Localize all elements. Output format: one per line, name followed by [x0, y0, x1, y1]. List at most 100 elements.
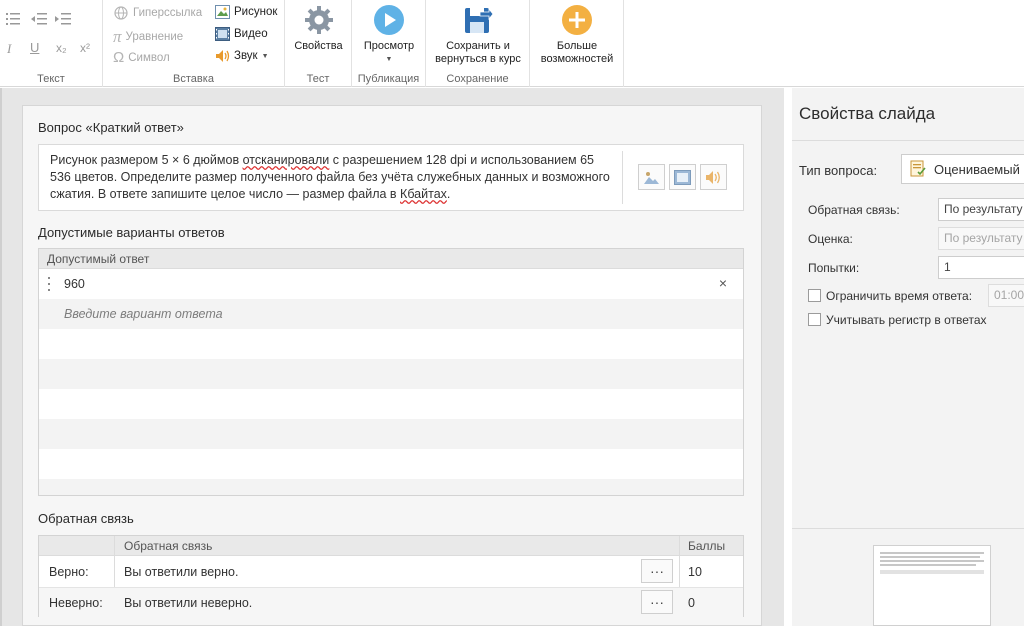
save-label-line1: Сохранить и	[446, 40, 510, 52]
video-icon	[674, 169, 691, 185]
preview-label: Просмотр	[363, 40, 415, 52]
feedback-column-header: Обратная связь	[124, 539, 213, 553]
feedback-mode-select[interactable]: По результату	[938, 198, 1024, 221]
thumb-text-line	[880, 552, 984, 554]
feedback-label-correct: Верно:	[49, 565, 89, 579]
limit-time-label: Ограничить время ответа:	[826, 289, 973, 303]
empty-row	[39, 359, 743, 389]
answers-column-header: Допустимый ответ	[39, 249, 743, 269]
empty-row	[39, 389, 743, 419]
decrease-indent-icon[interactable]	[31, 12, 47, 26]
more-label-line2: возможностей	[540, 53, 614, 65]
feedback-table: Обратная связь Баллы Верно: Вы ответили …	[38, 535, 744, 618]
underline-button[interactable]: U	[30, 40, 39, 55]
insert-picture-button[interactable]	[638, 164, 665, 190]
question-divider	[622, 151, 623, 204]
symbol-label: Символ	[128, 51, 170, 64]
omega-icon: Ω	[113, 49, 125, 66]
equation-button[interactable]: π Уравнение	[113, 27, 183, 47]
picture-icon	[215, 5, 230, 19]
group-label-text: Текст	[37, 73, 65, 85]
video-label: Видео	[234, 28, 268, 40]
hyperlink-label: Гиперссылка	[133, 7, 203, 19]
italic-button[interactable]: I	[7, 41, 11, 57]
drag-handle-icon[interactable]	[48, 277, 51, 291]
properties-label: Свойства	[294, 40, 343, 52]
group-label-publish: Публикация	[357, 73, 420, 85]
more-label-line1: Больше	[556, 40, 598, 52]
slide-thumbnail[interactable]	[873, 545, 991, 626]
gear-icon	[304, 6, 333, 34]
picture-icon	[644, 171, 659, 184]
speaker-icon	[706, 170, 720, 184]
feedback-more-button[interactable]: ···	[641, 590, 673, 614]
bullet-list-icon[interactable]	[6, 12, 20, 26]
group-label-save: Сохранение	[446, 73, 509, 85]
hyperlink-button[interactable]: Гиперссылка	[113, 5, 202, 21]
question-text-box[interactable]: Рисунок размером 5 × 6 дюймов отсканиров…	[38, 144, 744, 211]
question-text[interactable]: Рисунок размером 5 × 6 дюймов отсканиров…	[50, 152, 610, 203]
attempts-input[interactable]: 1	[938, 256, 1024, 279]
feedback-heading: Обратная связь	[38, 511, 134, 526]
graded-question-icon	[910, 160, 926, 177]
insert-video-button[interactable]	[669, 164, 696, 190]
feedback-row-correct: Верно: Вы ответили верно. ··· 10	[39, 557, 743, 587]
equation-label: Уравнение	[125, 31, 184, 43]
properties-button[interactable]: Свойства	[293, 4, 344, 53]
group-label-test: Тест	[306, 73, 330, 85]
ribbon-group-text: I U x₂ x² Текст	[0, 0, 103, 87]
question-type-select[interactable]: Оцениваемый	[901, 154, 1024, 184]
points-correct[interactable]: 10	[688, 565, 702, 579]
video-button[interactable]: Видео	[215, 27, 268, 41]
ribbon-group-insert: Гиперссылка π Уравнение Ω Символ Рисунок	[103, 0, 285, 87]
empty-row	[39, 329, 743, 359]
points-incorrect[interactable]: 0	[688, 596, 695, 610]
empty-row	[39, 419, 743, 449]
feedback-text-incorrect[interactable]: Вы ответили неверно.	[124, 596, 252, 610]
save-label-line2: вернуться в курс	[435, 53, 521, 65]
symbol-button[interactable]: Ω Символ	[113, 49, 170, 66]
empty-row	[39, 449, 743, 479]
thumb-text-line	[880, 560, 984, 562]
time-limit-input[interactable]: 01:00	[988, 284, 1024, 307]
panel-gap	[784, 88, 792, 626]
case-sensitive-checkbox[interactable]	[808, 313, 821, 326]
speaker-icon	[216, 50, 230, 62]
answer-row[interactable]: 960 ×	[39, 269, 743, 299]
ribbon-group-save: Сохранить и вернуться в курс Сохранение	[426, 0, 530, 87]
play-icon	[374, 5, 404, 35]
preview-button[interactable]: Просмотр ▼	[358, 4, 420, 66]
empty-row	[39, 479, 743, 495]
feedback-more-button[interactable]: ···	[641, 559, 673, 583]
picture-label: Рисунок	[234, 6, 278, 18]
sound-label: Звук	[234, 50, 258, 62]
insert-audio-button[interactable]	[700, 164, 727, 190]
increase-indent-icon[interactable]	[55, 12, 71, 26]
dropdown-arrow-icon: ▼	[385, 56, 393, 63]
ribbon-group-test: Свойства Тест	[285, 0, 352, 87]
answer-placeholder[interactable]: Введите вариант ответа	[64, 307, 223, 321]
save-icon	[465, 7, 494, 33]
new-answer-row[interactable]: Введите вариант ответа	[39, 299, 743, 329]
feedback-text-correct[interactable]: Вы ответили верно.	[124, 565, 238, 579]
save-and-return-button[interactable]: Сохранить и вернуться в курс	[430, 4, 526, 66]
answer-value[interactable]: 960	[64, 277, 85, 291]
subscript-button[interactable]: x₂	[56, 41, 67, 55]
ribbon: I U x₂ x² Текст Гиперссылка π Уравнение …	[0, 0, 1024, 87]
feedback-label-incorrect: Неверно:	[49, 596, 103, 610]
question-type-label: Тип вопроса:	[799, 163, 878, 178]
plus-circle-icon	[562, 5, 592, 35]
points-column-header: Баллы	[688, 539, 726, 553]
superscript-button[interactable]: x²	[80, 41, 90, 55]
picture-button[interactable]: Рисунок	[215, 5, 277, 19]
video-icon	[215, 27, 230, 41]
remove-answer-icon[interactable]: ×	[719, 275, 727, 291]
sound-button[interactable]: Звук ▼	[215, 49, 269, 63]
ribbon-group-more: Больше возможностей	[530, 0, 624, 87]
score-select[interactable]: По результату	[938, 227, 1024, 250]
feedback-row-incorrect: Неверно: Вы ответили неверно. ··· 0	[39, 588, 743, 618]
score-label: Оценка:	[808, 232, 853, 246]
more-features-button[interactable]: Больше возможностей	[534, 4, 620, 66]
attempts-label: Попытки:	[808, 261, 860, 275]
limit-time-checkbox[interactable]	[808, 289, 821, 302]
